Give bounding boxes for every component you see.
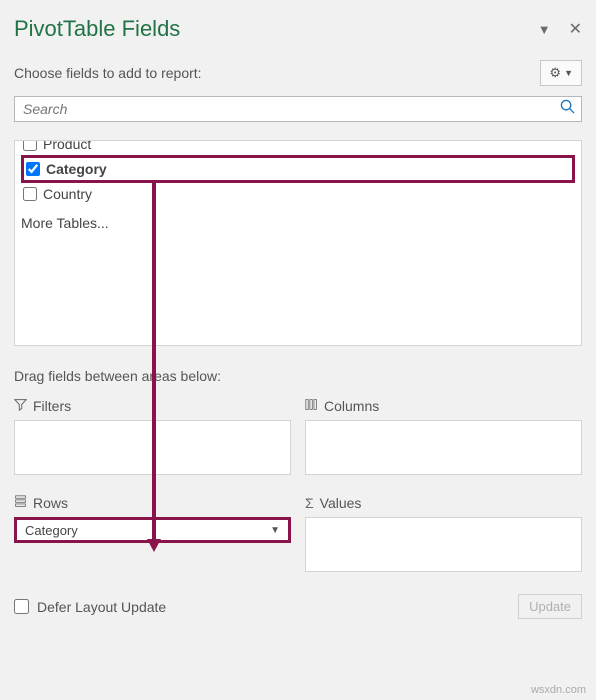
close-icon[interactable]: ✕ <box>569 19 582 39</box>
area-label: Columns <box>324 398 379 414</box>
field-checkbox-country[interactable] <box>23 187 37 201</box>
field-checkbox-category[interactable] <box>26 162 40 176</box>
filter-icon <box>14 398 27 414</box>
pane-title: PivotTable Fields <box>14 16 180 42</box>
watermark: wsxdn.com <box>531 684 586 696</box>
columns-icon <box>305 398 318 414</box>
areas-grid: Filters Columns Rows Category ▼ Σ Values <box>14 398 582 572</box>
field-checkbox-product[interactable] <box>23 140 37 151</box>
filters-header: Filters <box>14 398 291 414</box>
defer-checkbox-input[interactable] <box>14 599 29 614</box>
area-label: Rows <box>33 495 68 511</box>
row-field-label: Category <box>25 523 78 538</box>
field-item-category[interactable]: Category <box>21 155 575 183</box>
more-tables-link[interactable]: More Tables... <box>21 215 575 231</box>
annotation-arrow-head <box>147 539 161 552</box>
values-header: Σ Values <box>305 495 582 511</box>
footer: Defer Layout Update Update <box>14 594 582 619</box>
field-item-product[interactable]: Product <box>21 140 575 155</box>
chevron-down-icon: ▼ <box>564 68 573 78</box>
sigma-icon: Σ <box>305 495 314 511</box>
field-label: Product <box>43 140 91 152</box>
rows-area[interactable]: Rows Category ▼ <box>14 495 291 572</box>
field-item-country[interactable]: Country <box>21 183 575 205</box>
columns-header: Columns <box>305 398 582 414</box>
gear-icon: ⚙ <box>549 65 561 81</box>
update-button[interactable]: Update <box>518 594 582 619</box>
subheader: Choose fields to add to report: ⚙ ▼ <box>14 60 582 86</box>
header-controls: ▼ ✕ <box>538 19 582 39</box>
values-drop-zone[interactable] <box>305 517 582 572</box>
search-box[interactable] <box>14 96 582 122</box>
field-list: Product Category Country More Tables... <box>14 140 582 346</box>
drag-instruction: Drag fields between areas below: <box>14 368 582 384</box>
subheader-text: Choose fields to add to report: <box>14 65 202 81</box>
field-label: Category <box>46 161 107 177</box>
search-input[interactable] <box>15 101 554 117</box>
area-label: Filters <box>33 398 71 414</box>
tools-button[interactable]: ⚙ ▼ <box>540 60 582 86</box>
rows-icon <box>14 495 27 511</box>
columns-drop-zone[interactable] <box>305 420 582 475</box>
pane-header: PivotTable Fields ▼ ✕ <box>14 16 582 42</box>
field-label: Country <box>43 186 92 202</box>
defer-layout-checkbox[interactable]: Defer Layout Update <box>14 599 166 615</box>
rows-header: Rows <box>14 495 291 511</box>
defer-label: Defer Layout Update <box>37 599 166 615</box>
area-label: Values <box>320 495 362 511</box>
values-area[interactable]: Σ Values <box>305 495 582 572</box>
filters-drop-zone[interactable] <box>14 420 291 475</box>
search-icon[interactable] <box>554 99 581 119</box>
minimize-icon[interactable]: ▼ <box>538 22 551 37</box>
filters-area[interactable]: Filters <box>14 398 291 475</box>
columns-area[interactable]: Columns <box>305 398 582 475</box>
chevron-down-icon[interactable]: ▼ <box>270 525 280 536</box>
